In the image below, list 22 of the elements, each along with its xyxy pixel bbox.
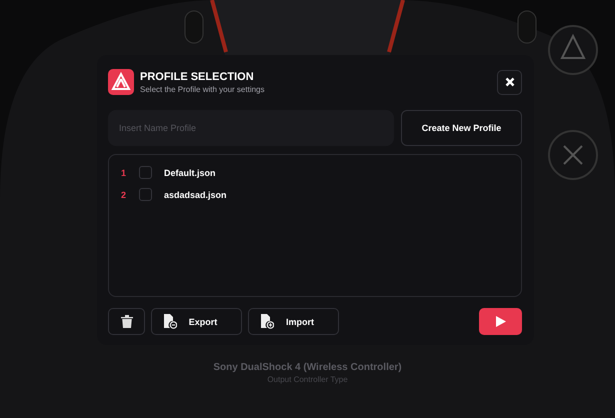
dialog-title: PROFILE SELECTION (140, 70, 255, 82)
trash-icon (120, 315, 132, 328)
checkbox[interactable] (139, 166, 152, 179)
import-button[interactable]: Import (248, 308, 339, 335)
create-profile-button[interactable]: Create New Profile (401, 110, 522, 146)
row-number: 2 (121, 190, 128, 200)
dialog-subtitle: Select the Profile with your settings (140, 84, 265, 94)
close-button[interactable] (497, 70, 522, 94)
row-number: 1 (121, 168, 128, 178)
close-icon (504, 77, 514, 87)
delete-button[interactable] (108, 308, 145, 335)
checkbox[interactable] (139, 188, 152, 201)
play-icon (496, 316, 506, 327)
name-input-field[interactable]: Insert Name Profile (108, 110, 394, 146)
controller-name: Sony DualShock 4 (Wireless Controller) (213, 362, 402, 373)
export-button[interactable]: Export (151, 308, 242, 335)
file-minus-icon (164, 314, 177, 329)
logo-icon (108, 69, 134, 95)
file-plus-icon (261, 314, 274, 329)
profile-name[interactable]: asdadsad.json (164, 190, 227, 200)
play-button[interactable] (479, 308, 522, 335)
profile-name[interactable]: Default.json (164, 168, 216, 178)
